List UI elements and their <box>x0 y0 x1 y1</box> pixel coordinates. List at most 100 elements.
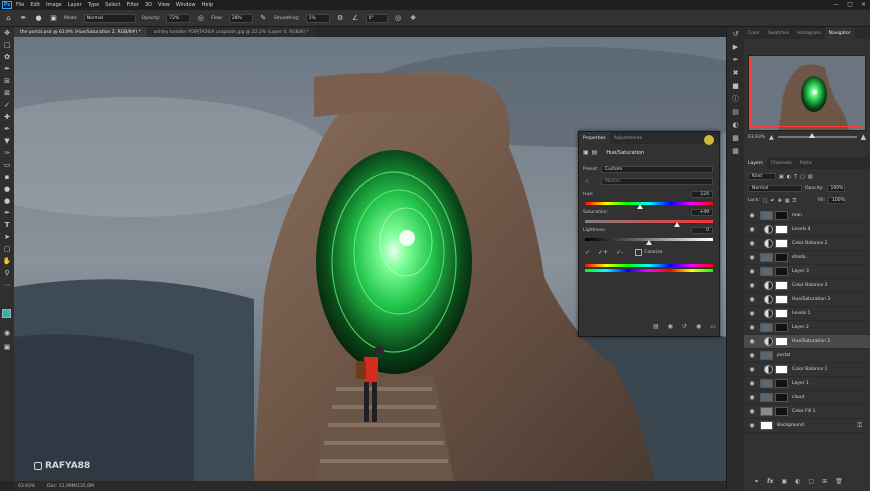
layer-row[interactable]: ◉ Hue/Saturation 2 <box>744 335 870 349</box>
saturation-slider[interactable] <box>585 220 713 223</box>
pen-tool-icon[interactable]: ✒ <box>0 207 14 219</box>
mode-select[interactable]: Normal <box>83 13 136 23</box>
foreground-color-swatch[interactable] <box>2 309 11 318</box>
screen-mode-icon[interactable]: ▣ <box>0 341 14 353</box>
layer-mask-thumbnail[interactable] <box>775 211 788 220</box>
menu-file[interactable]: File <box>16 2 24 8</box>
mask-icon[interactable]: ▤ <box>592 149 598 156</box>
visibility-eye-icon[interactable]: ◉ <box>748 254 756 261</box>
menu-view[interactable]: View <box>158 2 170 8</box>
path-select-tool-icon[interactable]: ➤ <box>0 231 14 243</box>
brush-tool-icon[interactable]: ✒ <box>19 14 28 23</box>
layer-thumbnail[interactable] <box>760 351 773 360</box>
layer-row[interactable]: ◉ portal <box>744 349 870 363</box>
visibility-eye-icon[interactable]: ◉ <box>748 296 756 303</box>
menu-select[interactable]: Select <box>105 2 120 8</box>
layer-mask-thumbnail[interactable] <box>775 407 788 416</box>
layer-style-icon[interactable]: fx <box>767 478 773 485</box>
styles-icon[interactable]: ▩ <box>727 131 744 144</box>
layer-blend-mode-select[interactable]: Normal <box>748 185 802 192</box>
blur-tool-icon[interactable]: ● <box>0 183 14 195</box>
layer-row[interactable]: ◉ Levels 1 <box>744 307 870 321</box>
visibility-eye-icon[interactable]: ◉ <box>748 408 756 415</box>
tab-adjustments[interactable]: Adjustments <box>610 132 646 144</box>
shape-tool-icon[interactable]: ▢ <box>0 243 14 255</box>
channel-select[interactable]: Master <box>601 178 713 185</box>
menu-layer[interactable]: Layer <box>68 2 82 8</box>
filter-pixel-icon[interactable]: ▣ <box>779 174 784 180</box>
visibility-eye-icon[interactable]: ◉ <box>748 240 756 247</box>
tool-presets-icon[interactable]: ✖ <box>727 66 744 79</box>
layer-opacity-field[interactable]: 100% <box>826 185 845 192</box>
menu-window[interactable]: Window <box>176 2 196 8</box>
hue-slider[interactable] <box>585 202 713 205</box>
layer-row[interactable]: ◉ Color Balance 3 <box>744 279 870 293</box>
brush-tool-icon[interactable]: ✒ <box>0 123 14 135</box>
tab-ashley-knedler[interactable]: ashley knedler P5lPjTA56iA unsplash.jpg … <box>147 27 315 37</box>
minimize-icon[interactable]: — <box>833 1 839 8</box>
eyedropper-icon[interactable]: ✓ <box>585 249 590 256</box>
visibility-eye-icon[interactable]: ◉ <box>748 268 756 275</box>
filter-shape-icon[interactable]: ▢ <box>800 174 805 180</box>
marquee-tool-icon[interactable]: □ <box>0 39 14 51</box>
lock-position-icon[interactable]: ✥ <box>778 198 782 204</box>
gradient-tool-icon[interactable]: ▪ <box>0 171 14 183</box>
lock-pixels-icon[interactable]: ✒ <box>771 198 775 204</box>
tab-paths[interactable]: Paths <box>796 157 816 169</box>
tab-swatches[interactable]: Swatches <box>764 27 794 39</box>
visibility-eye-icon[interactable]: ◉ <box>748 212 756 219</box>
navigator-zoom-value[interactable]: 63,93% <box>748 135 765 140</box>
layer-thumbnail[interactable] <box>760 379 773 388</box>
smoothing-field[interactable]: 1% <box>305 13 330 23</box>
zoom-out-icon[interactable]: ▲ <box>769 134 774 141</box>
dodge-tool-icon[interactable]: ● <box>0 195 14 207</box>
brushes-icon[interactable]: ✒ <box>727 53 744 66</box>
zoom-in-icon[interactable]: ▲ <box>861 133 866 141</box>
hand-target-icon[interactable]: ☝ <box>585 178 589 185</box>
layer-mask-thumbnail[interactable] <box>775 309 788 318</box>
visibility-eye-icon[interactable]: ◉ <box>748 394 756 401</box>
filter-smart-icon[interactable]: ▧ <box>808 174 813 180</box>
lock-artboard-icon[interactable]: ▦ <box>785 198 790 204</box>
visibility-eye-icon[interactable]: ◉ <box>748 366 756 373</box>
pressure-size-icon[interactable]: ◎ <box>394 14 403 23</box>
layer-row[interactable]: ◉ cloud <box>744 391 870 405</box>
layer-thumbnail[interactable] <box>760 267 773 276</box>
status-zoom[interactable]: 63.93% <box>18 484 35 489</box>
libraries-icon[interactable]: ▦ <box>727 144 744 157</box>
navigator-zoom-slider[interactable] <box>777 133 857 138</box>
opacity-field[interactable]: 72% <box>166 13 191 23</box>
layer-row[interactable]: ◉ Layer 2 <box>744 321 870 335</box>
menu-filter[interactable]: Filter <box>127 2 139 8</box>
visibility-eye-icon[interactable]: ◉ <box>748 282 756 289</box>
airbrush-icon[interactable]: ✎ <box>259 14 268 23</box>
info-icon[interactable]: ⓘ <box>727 92 744 105</box>
layer-mask-thumbnail[interactable] <box>775 281 788 290</box>
clone-stamp-tool-icon[interactable]: ▼ <box>0 135 14 147</box>
new-layer-icon[interactable]: ⊞ <box>822 478 827 485</box>
zoom-tool-icon[interactable]: ⚲ <box>0 267 14 279</box>
tab-navigator[interactable]: Navigator <box>824 27 855 39</box>
navigator-zoom-thumb[interactable] <box>809 133 816 138</box>
layer-thumbnail[interactable] <box>760 211 773 220</box>
tab-layers[interactable]: Layers <box>744 157 767 169</box>
layer-thumbnail[interactable] <box>760 407 773 416</box>
tab-channels[interactable]: Channels <box>767 157 796 169</box>
history-brush-tool-icon[interactable]: ✑ <box>0 147 14 159</box>
delete-layer-icon[interactable]: 🗑 <box>835 478 843 485</box>
eyedropper-add-icon[interactable]: ✓+ <box>598 249 608 256</box>
frame-tool-icon[interactable]: ⊠ <box>0 87 14 99</box>
smoothing-settings-icon[interactable]: ⚙ <box>336 14 345 23</box>
layer-row[interactable]: ◉ shado.. <box>744 251 870 265</box>
flow-field[interactable]: 28% <box>228 13 253 23</box>
visibility-eye-icon[interactable]: ◉ <box>748 422 756 429</box>
layer-fill-field[interactable]: 100% <box>828 197 846 204</box>
add-mask-icon[interactable]: ▣ <box>782 478 788 485</box>
hue-field[interactable]: 124 <box>691 191 713 198</box>
delete-adjustment-icon[interactable]: ▭ <box>710 323 716 330</box>
new-adjustment-icon[interactable]: ◐ <box>795 478 800 485</box>
home-icon[interactable]: ⌂ <box>4 14 13 23</box>
layer-row[interactable]: ◉ Color Balance 2 <box>744 237 870 251</box>
lock-all-icon[interactable]: ⚿ <box>793 198 797 204</box>
symmetry-icon[interactable]: ❖ <box>409 14 418 23</box>
